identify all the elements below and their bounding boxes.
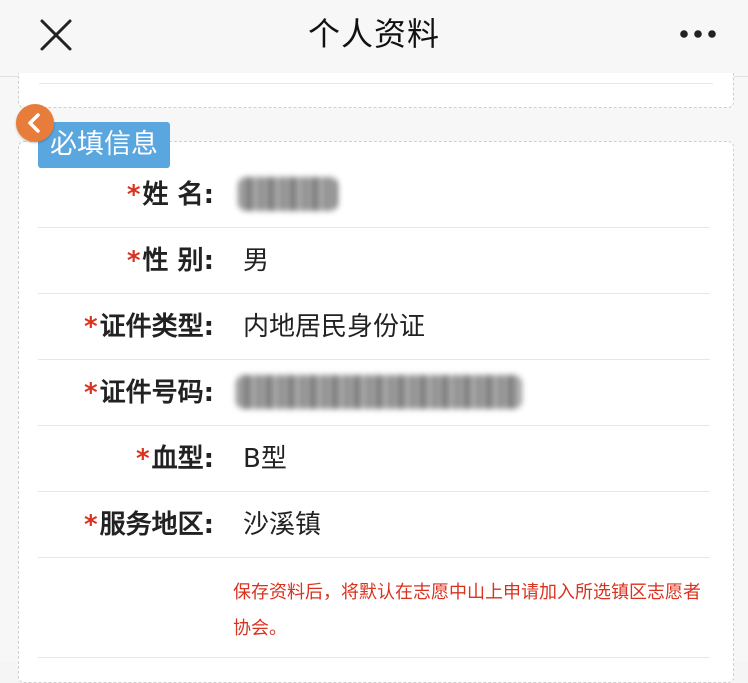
field-value: 沙溪镇 — [243, 510, 322, 540]
required-star: * — [83, 510, 98, 540]
field-label: *服务地区: — [84, 493, 214, 557]
field-label-text: 证件类型 — [99, 312, 204, 342]
field-label-text: 性 别 — [142, 246, 204, 276]
field-label: *证件类型: — [84, 295, 214, 359]
required-star: * — [83, 312, 98, 342]
field-label: *姓 名: — [127, 163, 214, 227]
required-star: * — [126, 246, 141, 276]
chevron-left-icon — [28, 113, 40, 133]
field-label-text: 血型 — [151, 444, 204, 474]
field-label-text: 证件号码 — [99, 378, 204, 408]
field-colon: : — [203, 510, 214, 540]
field-colon: : — [203, 180, 214, 210]
more-icon[interactable] — [676, 16, 720, 52]
notice-text: 保存资料后，将默认在志愿中山上申请加入所选镇区志愿者协会。 — [233, 582, 701, 639]
form-row-service-area[interactable]: *服务地区: 沙溪镇 — [38, 493, 710, 558]
redacted-value — [238, 177, 338, 211]
field-label: *血型: — [136, 427, 214, 491]
required-star: * — [83, 378, 98, 408]
form-row-id-type[interactable]: *证件类型: 内地居民身份证 — [38, 295, 710, 360]
form-row-name[interactable]: *姓 名: — [38, 163, 710, 228]
form-row-id-number[interactable]: *证件号码: — [38, 361, 710, 426]
back-button[interactable] — [16, 104, 54, 142]
redacted-value — [236, 375, 522, 409]
field-colon: : — [203, 246, 214, 276]
field-colon: : — [203, 312, 214, 342]
previous-card — [18, 73, 734, 108]
required-star: * — [135, 444, 150, 474]
field-label: *性 别: — [127, 229, 214, 293]
divider — [39, 83, 713, 84]
field-value: 内地居民身份证 — [243, 312, 426, 342]
required-star: * — [126, 180, 141, 210]
divider — [38, 657, 710, 658]
field-colon: : — [203, 444, 214, 474]
top-nav-bar: 个人资料 — [0, 0, 748, 77]
form-row-gender[interactable]: *性 别: 男 — [38, 229, 710, 294]
page-title: 个人资料 — [307, 15, 440, 53]
field-value: 男 — [243, 246, 270, 276]
field-label: *证件号码: — [84, 361, 214, 425]
section-title-tag: 必填信息 — [38, 122, 170, 168]
field-colon: : — [203, 378, 214, 408]
field-label-text: 服务地区 — [99, 510, 204, 540]
field-value: B型 — [243, 444, 287, 474]
field-label-text: 姓 名 — [142, 180, 204, 210]
form-row-blood-type[interactable]: *血型: B型 — [38, 427, 710, 492]
